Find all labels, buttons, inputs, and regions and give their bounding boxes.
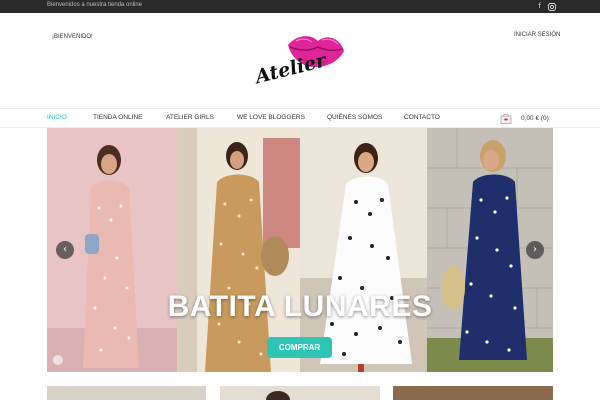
greeting-text: ¡BIENVENIDO! bbox=[52, 34, 93, 40]
instagram-icon[interactable] bbox=[547, 2, 556, 11]
login-link[interactable]: INICIAR SESIÓN bbox=[514, 32, 560, 38]
featured-thumb-1[interactable] bbox=[47, 386, 206, 400]
buy-button[interactable]: COMPRAR bbox=[267, 337, 332, 358]
slide-title: BATITA LUNARES bbox=[167, 290, 433, 323]
slide-photo-3 bbox=[300, 128, 427, 372]
cart-total: 0,00 € (0) bbox=[521, 115, 549, 122]
atelier-logo[interactable]: Atelier bbox=[251, 31, 347, 89]
nav-item-tienda-online[interactable]: TIENDA ONLINE bbox=[93, 114, 142, 121]
slide-photo-2 bbox=[177, 128, 300, 372]
welcome-text: Bienvenidos a nuestra tienda online bbox=[47, 2, 143, 8]
nav-item-quienes-somos[interactable]: QUIÉNES SOMOS bbox=[327, 114, 382, 121]
hero-slider[interactable]: ‹ › BATITA LUNARES COMPRAR bbox=[47, 128, 553, 372]
featured-thumb-2[interactable] bbox=[220, 386, 380, 405]
nav-item-we-love-bloggers[interactable]: WE LOVE BLOGGERS bbox=[237, 114, 305, 121]
slider-pause-icon[interactable] bbox=[53, 355, 63, 365]
slider-next-button[interactable]: › bbox=[526, 241, 544, 259]
facebook-icon[interactable]: f bbox=[535, 2, 544, 11]
featured-thumb-3[interactable] bbox=[393, 386, 553, 400]
nav-item-inicio[interactable]: INICIO bbox=[47, 114, 67, 121]
slider-prev-button[interactable]: ‹ bbox=[56, 241, 74, 259]
main-nav: INICIO TIENDA ONLINE ATELIER GIRLS WE LO… bbox=[0, 108, 600, 128]
shopping-bag-icon bbox=[500, 113, 512, 124]
top-bar: Bienvenidos a nuestra tienda online f bbox=[0, 0, 600, 13]
nav-item-atelier-girls[interactable]: ATELIER GIRLS bbox=[166, 114, 214, 121]
nav-item-contacto[interactable]: CONTACTO bbox=[404, 114, 440, 121]
svg-text:Atelier: Atelier bbox=[252, 49, 330, 89]
site-header: ¡BIENVENIDO! INICIAR SESIÓN Atelier bbox=[0, 13, 600, 108]
